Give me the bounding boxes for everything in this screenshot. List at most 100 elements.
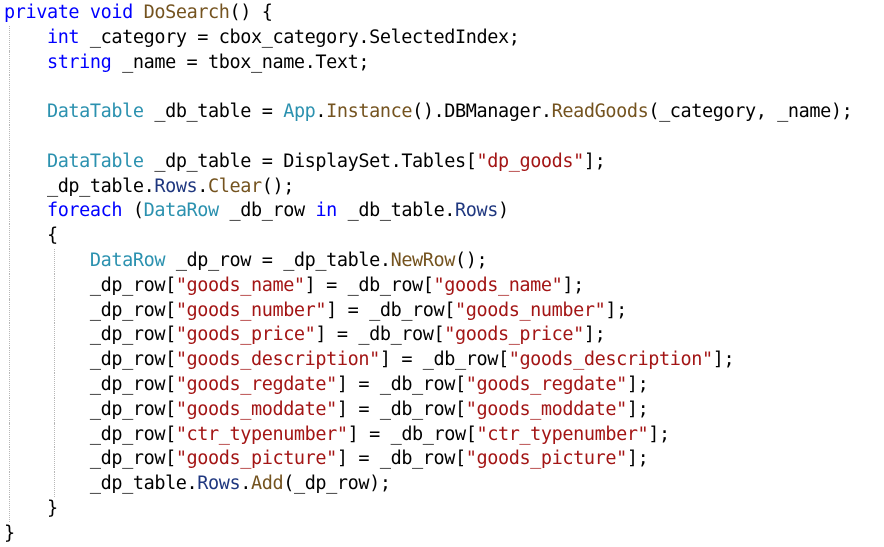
code-text: .	[197, 175, 209, 197]
indent-guide	[9, 124, 10, 150]
code-line[interactable]	[0, 124, 884, 150]
code-text: _dp_row[	[89, 373, 176, 395]
indent-guide	[9, 348, 10, 373]
code-text: ();	[261, 175, 295, 197]
code-line[interactable]: _dp_row["goods_price"] = _db_row["goods_…	[0, 323, 884, 349]
indent-guide	[9, 25, 10, 51]
code-text: ];	[626, 373, 649, 395]
code-line[interactable]: _dp_table.Rows.Clear();	[0, 174, 884, 200]
code-text: .	[315, 101, 327, 123]
indent-guide	[54, 397, 55, 423]
code-text: ];	[605, 299, 627, 321]
code-text: ] = _db_row[	[336, 398, 466, 420]
string-literal: "ctr_typenumber"	[476, 423, 649, 445]
method-token: Clear	[208, 175, 262, 197]
code-text: }	[46, 497, 58, 519]
code-text: ] = _db_row[	[379, 349, 509, 371]
member-token: Rows	[455, 200, 498, 222]
code-text: ];	[626, 398, 649, 420]
string-literal: "goods_number"	[175, 299, 327, 321]
indent-guide	[54, 422, 55, 448]
code-text: (_dp_row);	[283, 473, 391, 495]
code-text: _dp_row[	[89, 423, 176, 445]
indent-guide	[9, 372, 10, 398]
indent-guide	[54, 298, 55, 324]
keyword-token: void	[89, 2, 133, 23]
indent-guide	[9, 323, 10, 349]
code-text: _dp_table.	[46, 175, 155, 197]
code-line[interactable]: DataTable _db_table = App.Instance().DBM…	[0, 100, 884, 125]
code-text: ];	[583, 324, 606, 346]
code-text: _dp_row[	[89, 448, 176, 470]
code-text: ];	[712, 349, 735, 371]
string-literal: "goods_number"	[455, 299, 606, 321]
code-line[interactable]	[0, 75, 884, 101]
string-literal: "goods_price"	[444, 324, 584, 346]
code-text: _name = tbox_name.Text;	[111, 51, 370, 73]
method-token: Add	[251, 473, 284, 495]
type-token: App	[283, 101, 316, 123]
code-text: _dp_row[	[89, 398, 176, 420]
string-literal: "ctr_typenumber"	[175, 423, 348, 445]
code-line[interactable]: _dp_row["goods_moddate"] = _db_row["good…	[0, 397, 884, 423]
code-text: _dp_row = _dp_table.	[165, 249, 391, 271]
code-text: _db_row	[218, 200, 316, 222]
code-line[interactable]: }	[0, 496, 884, 522]
code-text: ];	[562, 274, 584, 296]
string-literal: "goods_description"	[175, 349, 380, 371]
code-text: ] = _db_row[	[336, 373, 466, 395]
indent-guide	[9, 50, 10, 76]
indent-guide	[9, 149, 10, 175]
code-text: ();	[455, 249, 488, 271]
indent-guide	[9, 422, 10, 448]
type-token: DataRow	[89, 249, 166, 271]
code-editor[interactable]: private void DoSearch() { int _category …	[0, 0, 884, 544]
string-literal: "goods_description"	[508, 349, 713, 371]
string-literal: "dp_goods"	[476, 150, 585, 172]
code-text: ] = _db_row[	[347, 423, 477, 445]
code-text: )	[498, 200, 509, 222]
indent-guide	[9, 496, 10, 522]
indent-guide	[9, 224, 10, 249]
string-literal: "goods_price"	[175, 324, 316, 346]
method-token: NewRow	[390, 249, 456, 271]
type-token: DataRow	[143, 200, 220, 222]
code-line[interactable]: _dp_row["goods_number"] = _db_row["goods…	[0, 298, 884, 324]
code-text: _category = cbox_category.SelectedIndex;	[79, 26, 520, 48]
indent-guide	[9, 100, 10, 125]
code-line[interactable]: DataTable _dp_table = DisplaySet.Tables[…	[0, 149, 884, 175]
code-line[interactable]: }	[0, 522, 884, 547]
code-line[interactable]: _dp_row["goods_regdate"] = _db_row["good…	[0, 372, 884, 398]
code-line[interactable]: _dp_row["goods_name"] = _db_row["goods_n…	[0, 273, 884, 299]
member-token: Rows	[197, 473, 241, 495]
code-line[interactable]: DataRow _dp_row = _dp_table.NewRow();	[0, 248, 884, 274]
indent-guide	[54, 323, 55, 349]
code-text: _dp_table.	[89, 473, 198, 495]
code-line[interactable]: int _category = cbox_category.SelectedIn…	[0, 25, 884, 51]
code-text: (	[122, 200, 144, 222]
code-text: _db_table =	[143, 101, 284, 123]
code-line[interactable]: _dp_table.Rows.Add(_dp_row);	[0, 472, 884, 497]
code-text: {	[46, 225, 58, 247]
indent-guide	[9, 447, 10, 473]
code-line[interactable]: string _name = tbox_name.Text;	[0, 50, 884, 76]
keyword-token: private	[4, 2, 80, 23]
method-token: Instance	[326, 101, 413, 123]
indent-guide	[9, 174, 10, 200]
member-token: Rows	[154, 175, 198, 197]
string-literal: "goods_moddate"	[465, 398, 627, 420]
indent-guide	[9, 248, 10, 274]
string-literal: "goods_picture"	[465, 448, 627, 470]
code-line[interactable]: private void DoSearch() {	[0, 1, 884, 26]
code-line[interactable]: _dp_row["ctr_typenumber"] = _db_row["ctr…	[0, 422, 884, 448]
code-line[interactable]: _dp_row["goods_picture"] = _db_row["good…	[0, 447, 884, 473]
indent-guide	[9, 75, 10, 101]
code-line[interactable]: {	[0, 224, 884, 249]
code-line[interactable]: foreach (DataRow _db_row in _db_table.Ro…	[0, 199, 884, 225]
string-literal: "goods_picture"	[175, 448, 337, 470]
code-text: ];	[648, 423, 670, 445]
code-line[interactable]: _dp_row["goods_description"] = _db_row["…	[0, 348, 884, 373]
keyword-token: in	[315, 200, 337, 222]
indent-guide	[9, 298, 10, 324]
